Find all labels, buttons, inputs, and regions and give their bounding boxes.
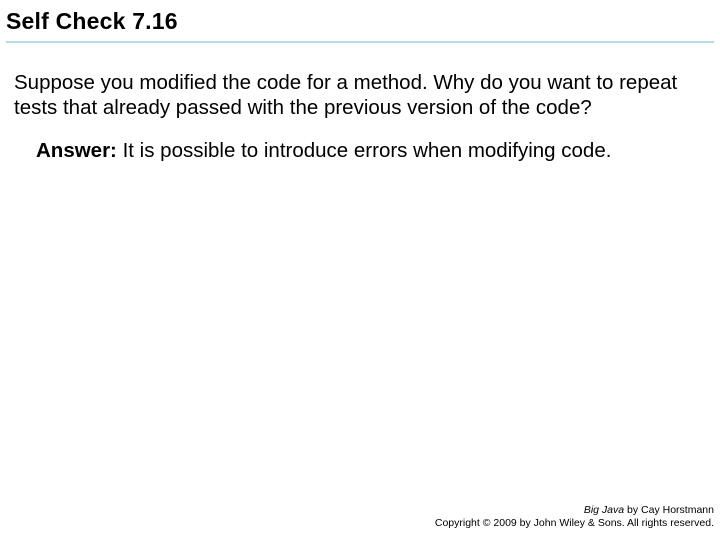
answer-text: It is possible to introduce errors when … [117,139,612,162]
slide: Self Check 7.16 Suppose you modified the… [0,0,720,540]
slide-title: Self Check 7.16 [6,8,714,35]
footer-byline: by Cay Horstmann [624,504,714,516]
title-bar: Self Check 7.16 [6,8,714,43]
footer-line-1: Big Java by Cay Horstmann [435,504,714,517]
answer-label: Answer: [36,139,117,162]
answer-block: Answer: It is possible to introduce erro… [14,138,706,163]
question-text: Suppose you modified the code for a meth… [14,70,706,120]
book-title: Big Java [584,504,624,516]
footer-copyright: Copyright © 2009 by John Wiley & Sons. A… [435,517,714,530]
footer: Big Java by Cay Horstmann Copyright © 20… [435,504,714,530]
slide-body: Suppose you modified the code for a meth… [14,70,706,163]
